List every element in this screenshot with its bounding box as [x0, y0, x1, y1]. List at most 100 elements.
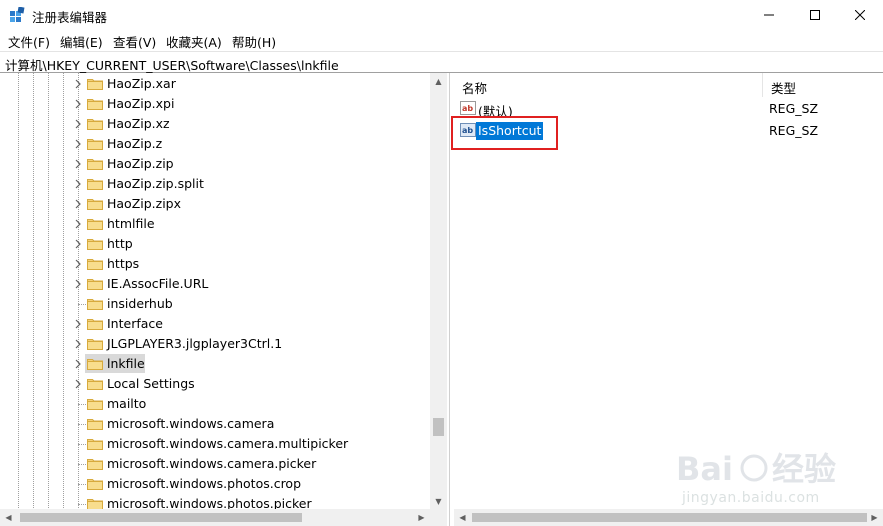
minimize-icon: [764, 14, 774, 16]
tree-item[interactable]: mailto: [0, 394, 430, 414]
folder-icon: [87, 139, 103, 150]
folder-icon: [87, 179, 103, 190]
tree-item-label: JLGPLAYER3.jlgplayer3Ctrl.1: [107, 336, 283, 351]
value-type: REG_SZ: [769, 123, 819, 138]
tree-item-label: Local Settings: [107, 376, 195, 391]
column-header-name[interactable]: 名称: [454, 73, 762, 97]
menu-edit[interactable]: 编辑(E): [60, 32, 103, 51]
minimize-button[interactable]: [746, 0, 792, 30]
tree-connector: [78, 304, 86, 305]
tree-item[interactable]: microsoft.windows.camera.picker: [0, 454, 430, 474]
tree-item-label: microsoft.windows.camera.multipicker: [107, 436, 349, 451]
key-tree-pane[interactable]: HaoZip.xar HaoZip.xpi HaoZip.xz HaoZip.z Hao…: [0, 73, 450, 526]
scroll-left-arrow-icon[interactable]: ◀: [0, 509, 17, 526]
expand-chevron-icon[interactable]: [73, 139, 83, 149]
tree-item[interactable]: JLGPLAYER3.jlgplayer3Ctrl.1: [0, 334, 430, 354]
menu-view[interactable]: 查看(V): [113, 32, 156, 51]
expand-chevron-icon[interactable]: [73, 79, 83, 89]
tree-item[interactable]: https: [0, 254, 430, 274]
scroll-left-arrow-icon[interactable]: ◀: [454, 509, 471, 526]
expand-chevron-icon[interactable]: [73, 159, 83, 169]
folder-icon: [87, 199, 103, 210]
tree-item-label: mailto: [107, 396, 147, 411]
tree-item-label: http: [107, 236, 133, 251]
tree-item[interactable]: IE.AssocFile.URL: [0, 274, 430, 294]
folder-icon: [87, 459, 103, 470]
scroll-thumb[interactable]: [433, 418, 444, 436]
tree-item[interactable]: microsoft.windows.camera.multipicker: [0, 434, 430, 454]
tree-item-label: microsoft.windows.camera.picker: [107, 456, 317, 471]
highlight-annotation-box: [451, 116, 558, 150]
address-path[interactable]: 计算机\HKEY_CURRENT_USER\Software\Classes\l…: [5, 55, 339, 74]
tree-connector: [78, 484, 86, 485]
folder-icon: [87, 239, 103, 250]
expand-chevron-icon[interactable]: [73, 379, 83, 389]
tree-item-label: microsoft.windows.camera: [107, 416, 275, 431]
expand-chevron-icon[interactable]: [73, 99, 83, 109]
values-horizontal-scrollbar[interactable]: ◀ ▶: [454, 509, 883, 526]
menu-bar: 文件(F) 编辑(E) 查看(V) 收藏夹(A) 帮助(H): [0, 30, 883, 50]
expand-chevron-icon[interactable]: [73, 219, 83, 229]
expand-chevron-icon[interactable]: [73, 319, 83, 329]
tree-item-label: htmlfile: [107, 216, 155, 231]
tree-item[interactable]: lnkfile: [0, 354, 430, 374]
tree-item[interactable]: microsoft.windows.photos.crop: [0, 474, 430, 494]
expand-chevron-icon[interactable]: [73, 179, 83, 189]
scroll-right-arrow-icon[interactable]: ▶: [413, 509, 430, 526]
close-button[interactable]: [837, 0, 883, 30]
tree-item-label: HaoZip.zipx: [107, 196, 182, 211]
expand-chevron-icon[interactable]: [73, 259, 83, 269]
tree-item[interactable]: HaoZip.zip: [0, 154, 430, 174]
ab-string-icon: ab: [460, 101, 476, 115]
folder-icon: [87, 299, 103, 310]
tree-horizontal-scrollbar[interactable]: ◀ ▶: [0, 509, 447, 526]
expand-chevron-icon[interactable]: [73, 119, 83, 129]
tree-item-label: HaoZip.zip: [107, 156, 174, 171]
tree-item[interactable]: HaoZip.xpi: [0, 94, 430, 114]
scroll-up-arrow-icon[interactable]: ▲: [430, 73, 447, 90]
tree-item[interactable]: Interface: [0, 314, 430, 334]
tree-item[interactable]: HaoZip.xar: [0, 74, 430, 94]
column-header-type[interactable]: 类型: [762, 73, 883, 97]
tree-vertical-scrollbar[interactable]: ▲ ▼: [430, 73, 447, 510]
folder-icon: [87, 279, 103, 290]
folder-icon: [87, 99, 103, 110]
tree-item-label: https: [107, 256, 140, 271]
tree-connector: [78, 504, 86, 505]
menu-help[interactable]: 帮助(H): [232, 32, 276, 51]
tree-item[interactable]: Local Settings: [0, 374, 430, 394]
expand-chevron-icon[interactable]: [73, 239, 83, 249]
expand-chevron-icon[interactable]: [73, 199, 83, 209]
tree-item-label: microsoft.windows.photos.crop: [107, 476, 302, 491]
scroll-thumb[interactable]: [472, 513, 867, 522]
tree-item[interactable]: HaoZip.z: [0, 134, 430, 154]
tree-item[interactable]: insiderhub: [0, 294, 430, 314]
menu-favorites[interactable]: 收藏夹(A): [166, 32, 222, 51]
folder-icon: [87, 439, 103, 450]
tree-item-label: lnkfile: [107, 356, 145, 371]
maximize-button[interactable]: [792, 0, 838, 30]
address-bar[interactable]: 计算机\HKEY_CURRENT_USER\Software\Classes\l…: [0, 51, 883, 73]
tree-item[interactable]: htmlfile: [0, 214, 430, 234]
expand-chevron-icon[interactable]: [73, 279, 83, 289]
window-title: 注册表编辑器: [32, 10, 108, 25]
tree-item-label: HaoZip.xar: [107, 76, 176, 91]
tree-connector: [78, 444, 86, 445]
tree-item[interactable]: HaoZip.zip.split: [0, 174, 430, 194]
tree-item-label: HaoZip.z: [107, 136, 163, 151]
tree-item[interactable]: http: [0, 234, 430, 254]
tree-item[interactable]: HaoZip.xz: [0, 114, 430, 134]
tree-item-label: HaoZip.zip.split: [107, 176, 204, 191]
value-type: REG_SZ: [769, 101, 819, 116]
scroll-right-arrow-icon[interactable]: ▶: [866, 509, 883, 526]
expand-chevron-icon[interactable]: [73, 339, 83, 349]
menu-file[interactable]: 文件(F): [8, 32, 50, 51]
scroll-thumb[interactable]: [20, 513, 302, 522]
tree-item-label: Interface: [107, 316, 163, 331]
scroll-down-arrow-icon[interactable]: ▼: [430, 493, 447, 510]
tree-item[interactable]: microsoft.windows.camera: [0, 414, 430, 434]
folder-icon: [87, 159, 103, 170]
tree-item[interactable]: HaoZip.zipx: [0, 194, 430, 214]
folder-icon: [87, 319, 103, 330]
expand-chevron-icon[interactable]: [73, 359, 83, 369]
